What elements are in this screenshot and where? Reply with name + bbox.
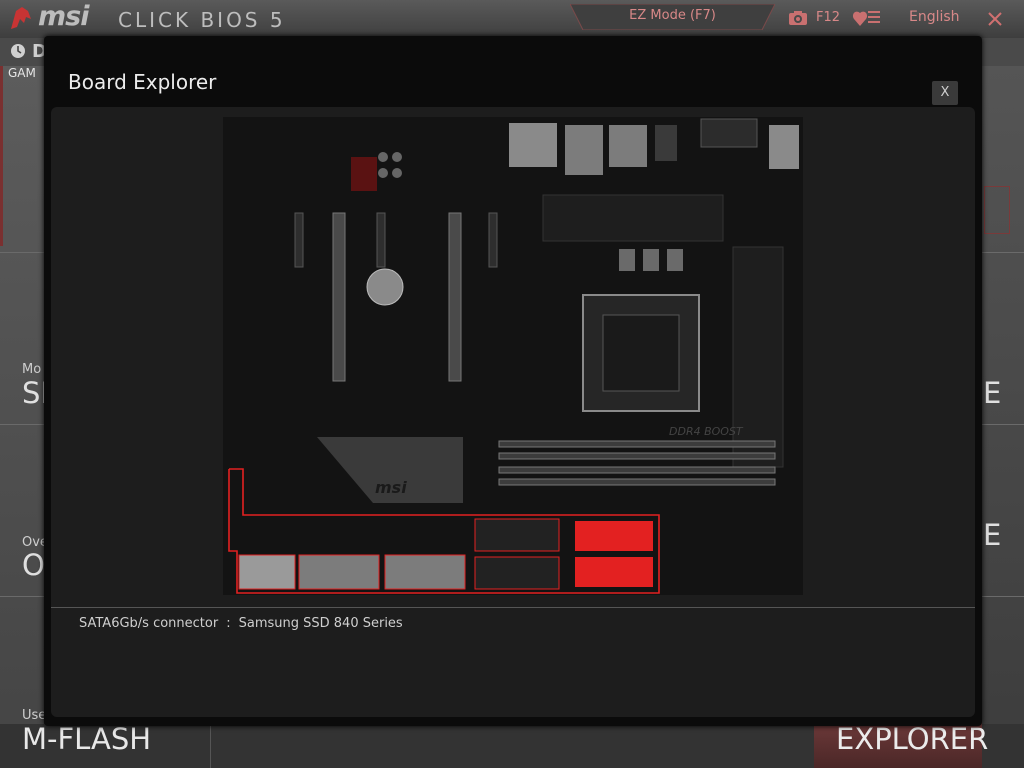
language-selector[interactable]: English	[909, 9, 960, 25]
background-right-box	[984, 186, 1010, 234]
choke	[643, 249, 659, 271]
background-right-letter: E	[983, 376, 1002, 410]
component-info-label: SATA6Gb/s connector	[79, 616, 219, 631]
close-icon[interactable]	[986, 10, 1004, 28]
sata-port-highlighted	[238, 554, 296, 590]
pcie-x1-slot	[488, 212, 498, 268]
favorite-icon[interactable]	[852, 8, 882, 28]
camera-icon[interactable]	[788, 10, 808, 26]
pcie-x16-slot	[448, 212, 462, 382]
board-silkscreen-text: DDR4 BOOST	[669, 425, 744, 438]
rear-io-usb-port	[609, 125, 647, 167]
background-divider	[0, 252, 44, 253]
rear-io-usb-port	[769, 125, 799, 169]
pcie-x16-slot	[332, 212, 346, 382]
ez-mode-label: EZ Mode (F7)	[629, 8, 716, 23]
board-explorer-dialog: Board Explorer X msi DDR4 BOOST SATA6Gb/…	[44, 36, 982, 726]
background-left-panel	[0, 66, 44, 768]
dialog-close-button[interactable]: X	[932, 81, 958, 105]
sata-port-highlighted	[474, 556, 560, 590]
game-boost-label: GAM	[8, 66, 36, 80]
background-divider	[982, 424, 1024, 425]
top-bar: msi CLICK BIOS 5 EZ Mode (F7) F12 Englis…	[0, 0, 1024, 38]
board-explorer-tile[interactable]: EXPLORER	[814, 720, 988, 768]
background-divider	[0, 424, 44, 425]
sata-port-highlighted	[474, 518, 560, 552]
dimm-slot	[498, 452, 776, 460]
rear-io-connector	[655, 125, 677, 161]
background-divider	[982, 252, 1024, 253]
capacitor	[378, 168, 388, 178]
background-right-panel	[982, 66, 1024, 768]
mflash-label[interactable]: M-FLASH	[22, 722, 151, 756]
background-divider	[210, 726, 211, 768]
component-info-value: Samsung SSD 840 Series	[238, 616, 403, 631]
capacitor	[378, 152, 388, 162]
choke	[667, 249, 683, 271]
sata-port-highlighted	[298, 554, 380, 590]
rear-io-vga	[700, 118, 758, 148]
screenshot-key-label[interactable]: F12	[816, 10, 840, 25]
dimm-slot	[498, 440, 776, 448]
dimm-slot	[498, 478, 776, 486]
product-name: CLICK BIOS 5	[118, 8, 286, 32]
component-info-separator: :	[226, 616, 231, 631]
pcie-x1-slot	[376, 212, 386, 268]
background-right-letter: E	[983, 518, 1002, 552]
background-left-accent	[0, 66, 3, 246]
background-divider	[0, 596, 44, 597]
component-info: SATA6Gb/s connector: Samsung SSD 840 Seri…	[79, 616, 403, 631]
sata-port-selected	[575, 521, 653, 551]
capacitor	[392, 168, 402, 178]
dialog-divider	[51, 607, 975, 608]
background-divider	[982, 596, 1024, 597]
dialog-content-panel: msi DDR4 BOOST SATA6Gb/s connector: Samsu…	[51, 107, 975, 717]
board-logo-text: msi	[375, 478, 407, 497]
dimm-slot	[498, 466, 776, 474]
vrm-heatsink	[542, 194, 724, 242]
clock-icon	[11, 44, 25, 58]
motherboard-image: msi DDR4 BOOST	[223, 117, 803, 595]
sata-port-selected	[575, 557, 653, 587]
brand-logo: msi	[38, 1, 89, 32]
ez-mode-button[interactable]: EZ Mode (F7)	[570, 4, 775, 30]
cmos-battery	[366, 268, 404, 306]
pcie-x1-slot	[294, 212, 304, 268]
board-explorer-tile-label: EXPLORER	[836, 722, 989, 756]
dialog-title: Board Explorer	[68, 70, 217, 94]
settings-hint: Mo	[22, 362, 42, 377]
oc-label[interactable]: O	[22, 548, 45, 582]
sata-port-highlighted	[384, 554, 466, 590]
choke	[619, 249, 635, 271]
mflash-hint: Use	[22, 708, 47, 723]
debug-led	[351, 157, 377, 191]
rear-io-usb-port	[509, 123, 557, 167]
dragon-logo-icon	[11, 7, 31, 29]
capacitor	[392, 152, 402, 162]
rear-io-usb-port	[565, 125, 603, 175]
cpu-socket-inner	[602, 314, 680, 392]
